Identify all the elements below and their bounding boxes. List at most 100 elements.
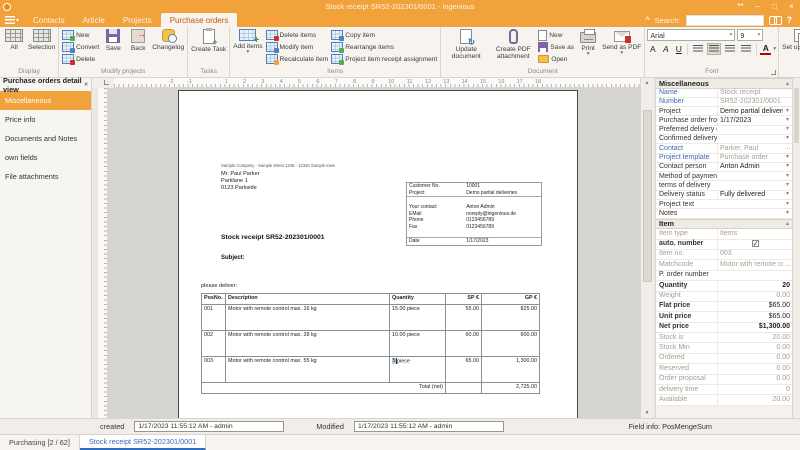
description-cell[interactable]: Motor with remote control max. 16 kg — [226, 305, 390, 331]
sidebar-item-own-fields[interactable]: own fields — [0, 148, 91, 167]
ellipsis-icon[interactable]: … — [783, 260, 792, 270]
changelog-button[interactable]: Changelog — [151, 28, 185, 51]
recalculate-item-button[interactable]: Recalculate item — [265, 53, 330, 65]
document-vertical-scrollbar[interactable]: ▲ ▼ — [640, 78, 653, 418]
quantity-cell[interactable]: 15.00 piece — [390, 305, 446, 331]
maximize-button[interactable]: □ — [766, 0, 783, 13]
scroll-up-icon[interactable]: ▲ — [641, 78, 653, 88]
section-header-item[interactable]: Item ▴ — [656, 219, 792, 230]
underline-button[interactable]: U — [673, 43, 684, 55]
dropdown-icon[interactable]: ▾ — [783, 107, 792, 116]
scroll-down-icon[interactable]: ▼ — [641, 408, 653, 418]
dropdown-icon[interactable]: ▾ — [783, 200, 792, 209]
close-button[interactable]: × — [783, 0, 800, 13]
delete-items-button[interactable]: Delete items — [265, 29, 330, 41]
dropdown-icon[interactable]: ▾ — [783, 125, 792, 134]
send-as-pdf-button[interactable]: Send as PDF ▾ — [601, 28, 642, 56]
sp-cell[interactable]: 65.00 — [446, 357, 482, 383]
sidebar-item-miscellaneous[interactable]: Miscellaneous — [0, 91, 91, 110]
save-as-button[interactable]: Save as — [537, 41, 575, 53]
tab-purchase-orders[interactable]: Purchase orders — [161, 13, 238, 27]
add-items-button[interactable]: Add items ▾ — [232, 28, 263, 55]
tab-projects[interactable]: Projects — [114, 13, 161, 27]
dropdown-icon[interactable]: ▾ — [783, 181, 792, 190]
selection-button[interactable]: Selection — [27, 28, 56, 51]
document-new-button[interactable]: New — [537, 29, 575, 41]
panel-scrollbar[interactable] — [792, 78, 800, 418]
dropdown-icon[interactable]: ▾ — [783, 134, 792, 143]
posno-cell[interactable]: 002 — [202, 331, 226, 357]
create-pdf-attachment-button[interactable]: Create PDF attachment — [490, 28, 536, 60]
bold-button[interactable]: A — [647, 43, 658, 55]
quantity-cell-editing[interactable]: 5piece — [390, 357, 446, 383]
collapse-ribbon-icon[interactable]: ^ — [646, 17, 650, 24]
sp-cell[interactable]: 60.00 — [446, 331, 482, 357]
scrollbar-thumb[interactable] — [643, 110, 652, 282]
font-color-button[interactable]: A — [760, 44, 771, 55]
posno-cell[interactable]: 001 — [202, 305, 226, 331]
dropdown-icon[interactable]: ▾ — [783, 172, 792, 181]
dropdown-icon[interactable]: ▾ — [783, 209, 792, 218]
gp-cell[interactable]: 825.00 — [482, 305, 540, 331]
search-binoculars-icon[interactable] — [769, 16, 782, 24]
pin-icon[interactable]: ** — [732, 0, 749, 13]
font-family-combo[interactable]: Arial ▾ — [647, 29, 735, 41]
chevron-down-icon[interactable]: ▾ — [773, 47, 776, 52]
info-row: Your contactAnton Admin — [407, 204, 541, 211]
delete-button[interactable]: Delete — [61, 53, 100, 65]
tab-contacts[interactable]: Contacts — [24, 13, 74, 27]
copy-item-button[interactable]: Copy item — [330, 29, 438, 41]
description-cell[interactable]: Motor with remote control max. 28 kg — [226, 331, 390, 357]
file-menu-button[interactable]: ▾ — [0, 13, 24, 27]
update-document-button[interactable]: Update document — [443, 28, 489, 60]
save-floppy-icon — [106, 29, 120, 43]
gp-cell[interactable]: 600.00 — [482, 331, 540, 357]
dropdown-icon[interactable]: ▾ — [783, 190, 792, 199]
gp-cell[interactable]: 1,300.00 — [482, 357, 540, 383]
sp-cell[interactable]: 55.00 — [446, 305, 482, 331]
scrollbar-thumb[interactable] — [794, 88, 799, 143]
tab-articles[interactable]: Article — [74, 13, 114, 27]
new-button[interactable]: New — [61, 29, 100, 41]
open-button[interactable]: Open — [537, 53, 575, 65]
rearrange-items-button[interactable]: Rearrange items — [330, 41, 438, 53]
sidebar-item-file-attachments[interactable]: File attachments — [0, 167, 91, 186]
print-button[interactable]: Print ▾ — [576, 28, 600, 57]
dropdown-icon[interactable]: ▾ — [783, 116, 792, 125]
all-button[interactable]: All — [2, 28, 26, 51]
create-task-button[interactable]: Create Task — [190, 28, 227, 53]
quantity-cell[interactable]: 10.00 piece — [390, 331, 446, 357]
collapse-section-icon[interactable]: ▴ — [786, 80, 789, 87]
posno-cell[interactable]: 003 — [202, 357, 226, 383]
align-center-button[interactable] — [707, 43, 721, 55]
dialog-launcher-icon[interactable] — [771, 70, 776, 75]
dropdown-icon[interactable]: ▾ — [783, 153, 792, 162]
italic-button[interactable]: A — [660, 43, 671, 55]
tab-stock-receipt[interactable]: Stock receipt SR52-202301/0001 — [80, 435, 207, 450]
section-header-miscellaneous[interactable]: Miscellaneous ▴ — [656, 78, 792, 89]
align-left-button[interactable] — [691, 43, 705, 55]
back-button[interactable]: Back — [126, 28, 150, 52]
sidebar-item-price-info[interactable]: Price info — [0, 110, 91, 129]
auto-number-checkbox[interactable] — [752, 240, 759, 247]
collapse-section-icon[interactable]: ▴ — [786, 220, 789, 227]
modify-item-icon — [266, 42, 278, 52]
align-justify-button[interactable] — [739, 43, 753, 55]
project-item-receipt-assignment-button[interactable]: Project item receipt assignment — [330, 53, 438, 65]
align-right-button[interactable] — [723, 43, 737, 55]
dropdown-icon[interactable]: ▾ — [783, 162, 792, 171]
search-input[interactable] — [686, 15, 764, 26]
modify-item-button[interactable]: Modify item — [265, 41, 330, 53]
collapse-sidebar-icon[interactable]: « — [84, 81, 88, 88]
convert-button[interactable]: Convert — [61, 41, 100, 53]
help-icon[interactable]: ? — [787, 15, 793, 25]
sidebar-item-documents-and-notes[interactable]: Documents and Notes — [0, 129, 91, 148]
set-up-page-button[interactable]: Set up page — [781, 28, 800, 51]
save-button[interactable]: Save — [101, 28, 125, 52]
created-label: created — [100, 422, 124, 431]
minimize-button[interactable]: – — [749, 0, 766, 13]
description-cell[interactable]: Motor with remote control max. 55 kg — [226, 357, 390, 383]
ellipsis-icon[interactable]: … — [783, 144, 792, 153]
font-size-combo[interactable]: 9 ▾ — [737, 29, 763, 41]
tab-purchasing[interactable]: Purchasing [2 / 62] — [0, 435, 80, 450]
